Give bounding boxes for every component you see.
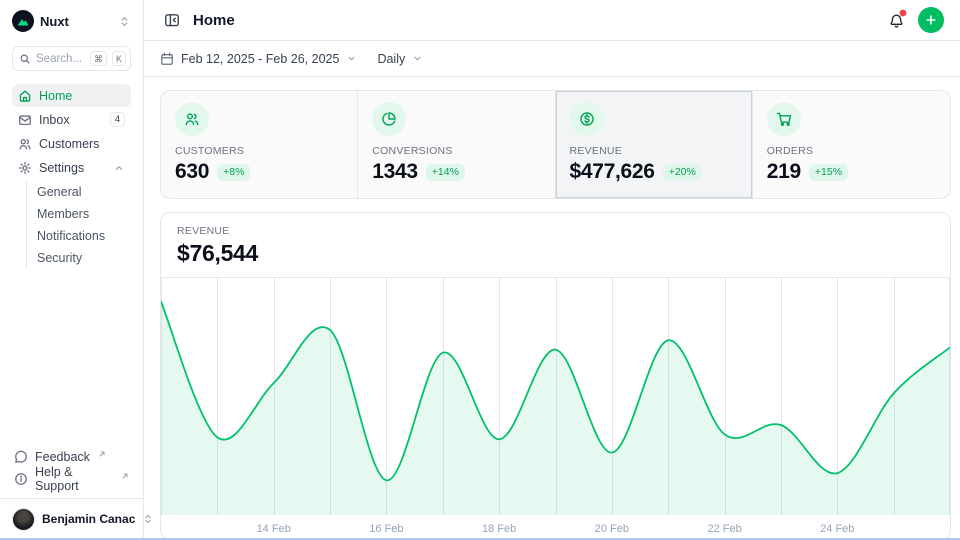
svg-text:24 Feb: 24 Feb xyxy=(820,523,854,535)
period-select[interactable]: Daily xyxy=(377,52,423,66)
side-link-label: Help & Support xyxy=(35,465,113,493)
period-value: Daily xyxy=(377,52,405,66)
sidebar-item-label: Home xyxy=(39,89,72,103)
stat-delta-badge: +8% xyxy=(217,164,250,181)
header-actions xyxy=(884,7,944,33)
workspace-selector[interactable]: Nuxt xyxy=(12,9,131,33)
stat-value: 1343 xyxy=(372,160,418,184)
search-placeholder: Search... xyxy=(36,53,85,65)
sidebar-item-customers[interactable]: Customers xyxy=(12,132,131,155)
sidebar-item-members[interactable]: Members xyxy=(37,203,131,225)
svg-text:20 Feb: 20 Feb xyxy=(595,523,629,535)
external-link-icon xyxy=(121,472,129,480)
divider xyxy=(0,498,143,499)
date-range-picker[interactable]: Feb 12, 2025 - Feb 26, 2025 xyxy=(160,52,357,66)
main-area: Home Feb 12, 2025 - Feb 26, 2025 xyxy=(144,0,960,540)
inbox-icon xyxy=(18,113,32,127)
filter-bar: Feb 12, 2025 - Feb 26, 2025 Daily xyxy=(144,41,960,77)
revenue-area-chart: 14 Feb 16 Feb 18 Feb 20 Feb 22 Feb 24 Feb xyxy=(161,277,950,540)
add-button[interactable] xyxy=(918,7,944,33)
svg-text:18 Feb: 18 Feb xyxy=(482,523,516,535)
sidebar-item-inbox[interactable]: Inbox 4 xyxy=(12,108,131,131)
kbd-meta: ⌘ xyxy=(90,51,107,66)
workspace-name: Nuxt xyxy=(40,14,69,29)
stat-label: CUSTOMERS xyxy=(175,145,343,157)
sidebar-item-notifications[interactable]: Notifications xyxy=(37,225,131,247)
home-icon xyxy=(18,89,32,103)
top-header: Home xyxy=(144,0,960,41)
message-bubble-icon xyxy=(14,450,28,464)
subnav-label: Security xyxy=(37,251,82,265)
search-icon xyxy=(19,53,31,65)
gear-icon xyxy=(18,161,32,175)
chevron-down-icon xyxy=(346,53,357,64)
subnav-label: Members xyxy=(37,207,89,221)
users-icon xyxy=(175,102,209,136)
dollar-circle-icon xyxy=(570,102,604,136)
sidebar-item-home[interactable]: Home xyxy=(12,84,131,107)
user-name: Benjamin Canac xyxy=(42,512,135,526)
stat-card-conversions[interactable]: CONVERSIONS 1343 +14% xyxy=(358,91,555,198)
avatar xyxy=(12,508,35,531)
cart-icon xyxy=(767,102,801,136)
users-icon xyxy=(18,137,32,151)
inbox-count-badge: 4 xyxy=(110,112,125,127)
chart-pie-icon xyxy=(372,102,406,136)
panel-collapse-icon[interactable] xyxy=(160,8,184,32)
stat-card-revenue[interactable]: REVENUE $477,626 +20% xyxy=(556,91,753,198)
stat-value: $477,626 xyxy=(570,160,655,184)
sidebar-nav: Home Inbox 4 Customers Settings xyxy=(12,84,131,269)
chevron-up-icon xyxy=(113,162,125,174)
stat-delta-badge: +14% xyxy=(426,164,465,181)
stat-delta-badge: +15% xyxy=(809,164,848,181)
chart-title: REVENUE xyxy=(177,224,934,238)
svg-text:22 Feb: 22 Feb xyxy=(707,523,741,535)
sidebar-item-settings[interactable]: Settings xyxy=(12,156,131,179)
chart-header: REVENUE $76,544 xyxy=(161,213,950,277)
chevron-down-icon xyxy=(412,53,423,64)
chart-current-value: $76,544 xyxy=(177,240,934,266)
subnav-label: Notifications xyxy=(37,229,105,243)
page-title: Home xyxy=(193,12,235,29)
external-link-icon xyxy=(98,450,106,458)
stat-card-orders[interactable]: ORDERS 219 +15% xyxy=(753,91,950,198)
sidebar-spacer xyxy=(12,269,131,446)
sidebar: Nuxt Search... ⌘ K Home xyxy=(0,0,144,540)
user-menu[interactable]: Benjamin Canac xyxy=(12,506,131,532)
stats-row: CUSTOMERS 630 +8% CONVERSIONS 1343 +14% xyxy=(160,90,951,199)
dashboard-content: CUSTOMERS 630 +8% CONVERSIONS 1343 +14% xyxy=(144,77,960,540)
side-link-label: Feedback xyxy=(35,450,90,464)
stat-delta-badge: +20% xyxy=(663,164,702,181)
sidebar-item-label: Settings xyxy=(39,161,84,175)
sidebar-item-label: Inbox xyxy=(39,113,70,127)
sidebar-item-label: Customers xyxy=(39,137,99,151)
kbd-k: K xyxy=(112,51,126,66)
notifications-button[interactable] xyxy=(884,8,908,32)
subnav-label: General xyxy=(37,185,81,199)
stat-label: ORDERS xyxy=(767,145,936,157)
settings-subnav: General Members Notifications Security xyxy=(26,181,131,269)
stat-label: CONVERSIONS xyxy=(372,145,540,157)
app-window: Nuxt Search... ⌘ K Home xyxy=(0,0,960,540)
stat-value: 630 xyxy=(175,160,209,184)
notification-dot xyxy=(899,9,907,17)
calendar-icon xyxy=(160,52,174,66)
nuxt-logo xyxy=(12,10,34,32)
chevron-up-down-icon xyxy=(118,15,131,28)
sidebar-item-security[interactable]: Security xyxy=(37,247,131,269)
help-support-link[interactable]: Help & Support xyxy=(12,468,131,490)
sidebar-item-general[interactable]: General xyxy=(37,181,131,203)
date-range-value: Feb 12, 2025 - Feb 26, 2025 xyxy=(181,52,339,66)
search-input[interactable]: Search... ⌘ K xyxy=(12,46,131,71)
svg-text:16 Feb: 16 Feb xyxy=(369,523,403,535)
stat-card-customers[interactable]: CUSTOMERS 630 +8% xyxy=(161,91,358,198)
stat-value: 219 xyxy=(767,160,801,184)
revenue-chart-card: REVENUE $76,544 14 Feb 16 Feb 18 Feb 20 Feb… xyxy=(160,212,951,540)
info-circle-icon xyxy=(14,472,28,486)
plus-icon xyxy=(924,13,938,27)
svg-text:14 Feb: 14 Feb xyxy=(257,523,291,535)
stat-label: REVENUE xyxy=(570,145,738,157)
